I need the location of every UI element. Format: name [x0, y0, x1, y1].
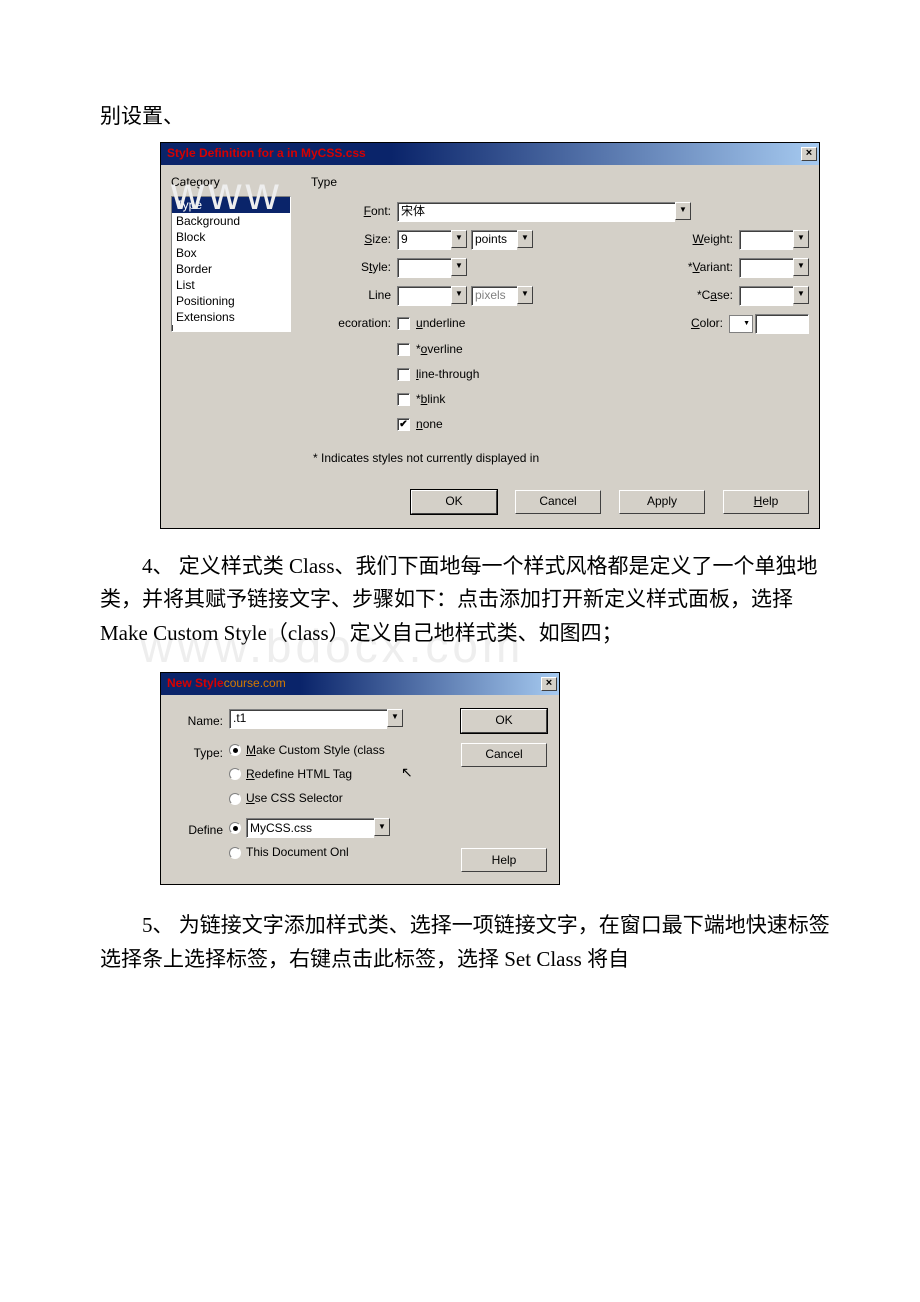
size-label: Size:	[311, 230, 397, 249]
chevron-down-icon[interactable]: ▼	[451, 258, 467, 276]
style-label: Style:	[311, 258, 397, 277]
overline-label: *overline	[416, 340, 463, 359]
close-icon[interactable]: ×	[801, 147, 817, 161]
radio-label: Use CSS Selector	[246, 789, 343, 808]
weight-label: Weight:	[669, 230, 739, 249]
font-label: FFont:ont:	[311, 202, 397, 221]
style-combo[interactable]: ▼	[397, 258, 467, 278]
chevron-down-icon[interactable]: ▼	[793, 286, 809, 304]
none-checkbox[interactable]: ✔	[397, 418, 410, 431]
blink-checkbox[interactable]	[397, 393, 410, 406]
chevron-down-icon[interactable]: ▼	[374, 818, 390, 836]
font-input[interactable]: 宋体	[397, 202, 675, 222]
overline-checkbox[interactable]	[397, 343, 410, 356]
category-heading: Category	[171, 173, 301, 192]
category-listbox[interactable]: Type Background Block Box Border List Po…	[171, 196, 291, 332]
chevron-down-icon[interactable]: ▼	[517, 230, 533, 248]
define-file-radio[interactable]: MyCSS.css ▼	[229, 818, 390, 838]
ok-button[interactable]: OK	[461, 709, 547, 733]
none-label: none	[416, 415, 443, 434]
dialog-titlebar: Style Definition for a in MyCSS.css ×	[161, 143, 819, 165]
chevron-down-icon[interactable]: ▼	[387, 709, 403, 727]
chevron-down-icon[interactable]: ▼	[451, 286, 467, 304]
chevron-down-icon: ▼	[517, 286, 533, 304]
size-unit[interactable]: points	[471, 230, 517, 250]
list-item[interactable]: List	[172, 277, 290, 293]
size-combo[interactable]: 9 ▼	[397, 230, 467, 250]
line-unit-combo: pixels ▼	[471, 286, 533, 306]
help-button[interactable]: Help	[723, 490, 809, 514]
list-item[interactable]: Border	[172, 261, 290, 277]
type-heading: Type	[311, 173, 809, 192]
radio-label: This Document Onl	[246, 843, 349, 862]
decoration-label: ecoration:	[311, 314, 397, 333]
body-text-fragment: 别设置、	[100, 100, 830, 134]
list-item[interactable]: Extensions	[172, 309, 290, 325]
type-label: Type:	[173, 741, 229, 763]
list-item[interactable]: Type	[172, 197, 290, 213]
new-style-dialog: New Stylecourse.com × Name: .t1 ▼ Type:	[160, 672, 560, 886]
define-combo[interactable]: MyCSS.css ▼	[246, 818, 390, 838]
define-input[interactable]: MyCSS.css	[246, 818, 374, 838]
radio-label: Redefine HTML Tag	[246, 765, 352, 784]
variant-combo[interactable]: ▼	[739, 258, 809, 278]
paragraph-4: 4、 定义样式类 Class、我们下面地每一个样式风格都是定义了一个单独地类，并…	[100, 550, 830, 651]
variant-input[interactable]	[739, 258, 793, 278]
chevron-down-icon[interactable]: ▼	[793, 258, 809, 276]
list-item[interactable]: Box	[172, 245, 290, 261]
list-item[interactable]: Block	[172, 229, 290, 245]
style-definition-dialog: www Style Definition for a in MyCSS.css …	[160, 142, 820, 529]
style-input[interactable]	[397, 258, 451, 278]
name-label: Name:	[173, 709, 229, 731]
linethrough-checkbox[interactable]	[397, 368, 410, 381]
line-combo[interactable]: ▼	[397, 286, 467, 306]
paragraph-5: 5、 为链接文字添加样式类、选择一项链接文字，在窗口最下端地快速标签选择条上选择…	[100, 909, 830, 976]
close-icon[interactable]: ×	[541, 677, 557, 691]
ok-button[interactable]: OK	[411, 490, 497, 514]
line-label: Line	[311, 286, 397, 305]
apply-button[interactable]: Apply	[619, 490, 705, 514]
weight-combo[interactable]: ▼	[739, 230, 809, 250]
variant-label: *Variant:	[669, 258, 739, 277]
size-unit-combo[interactable]: points ▼	[471, 230, 533, 250]
radio-label: Make Custom Style (class	[246, 741, 385, 760]
case-label: *Case:	[669, 286, 739, 305]
underline-label: underline	[416, 314, 465, 333]
line-input[interactable]	[397, 286, 451, 306]
font-combo[interactable]: 宋体 ▼	[397, 202, 691, 222]
define-label: Define	[173, 818, 229, 840]
cancel-button[interactable]: Cancel	[461, 743, 547, 767]
case-input[interactable]	[739, 286, 793, 306]
underline-checkbox[interactable]	[397, 317, 410, 330]
chevron-down-icon[interactable]: ▼	[675, 202, 691, 220]
color-label: Color:	[675, 314, 729, 333]
name-combo[interactable]: .t1 ▼	[229, 709, 403, 729]
cancel-button[interactable]: Cancel	[515, 490, 601, 514]
type-redefine-radio[interactable]: Redefine HTML Tag	[229, 765, 385, 784]
list-item[interactable]: Background	[172, 213, 290, 229]
dialog-title: New Stylecourse.com	[167, 674, 541, 693]
chevron-down-icon[interactable]: ▼	[451, 230, 467, 248]
case-combo[interactable]: ▼	[739, 286, 809, 306]
chevron-down-icon[interactable]: ▼	[793, 230, 809, 248]
dialog-title: Style Definition for a in MyCSS.css	[167, 144, 801, 163]
linethrough-label: line-through	[416, 365, 479, 384]
blink-label: *blink	[416, 390, 445, 409]
list-item[interactable]: Positioning	[172, 293, 290, 309]
type-make-radio[interactable]: Make Custom Style (class	[229, 741, 385, 760]
line-unit: pixels	[471, 286, 517, 306]
color-input[interactable]	[755, 314, 809, 334]
size-input[interactable]: 9	[397, 230, 451, 250]
define-doc-radio[interactable]: This Document Onl	[229, 843, 390, 862]
name-input[interactable]: .t1	[229, 709, 387, 729]
type-selector-radio[interactable]: Use CSS Selector	[229, 789, 385, 808]
weight-input[interactable]	[739, 230, 793, 250]
color-swatch[interactable]: ▼	[729, 315, 753, 333]
dialog-titlebar: New Stylecourse.com ×	[161, 673, 559, 695]
note-text: * Indicates styles not currently display…	[311, 445, 809, 478]
help-button[interactable]: Help	[461, 848, 547, 872]
